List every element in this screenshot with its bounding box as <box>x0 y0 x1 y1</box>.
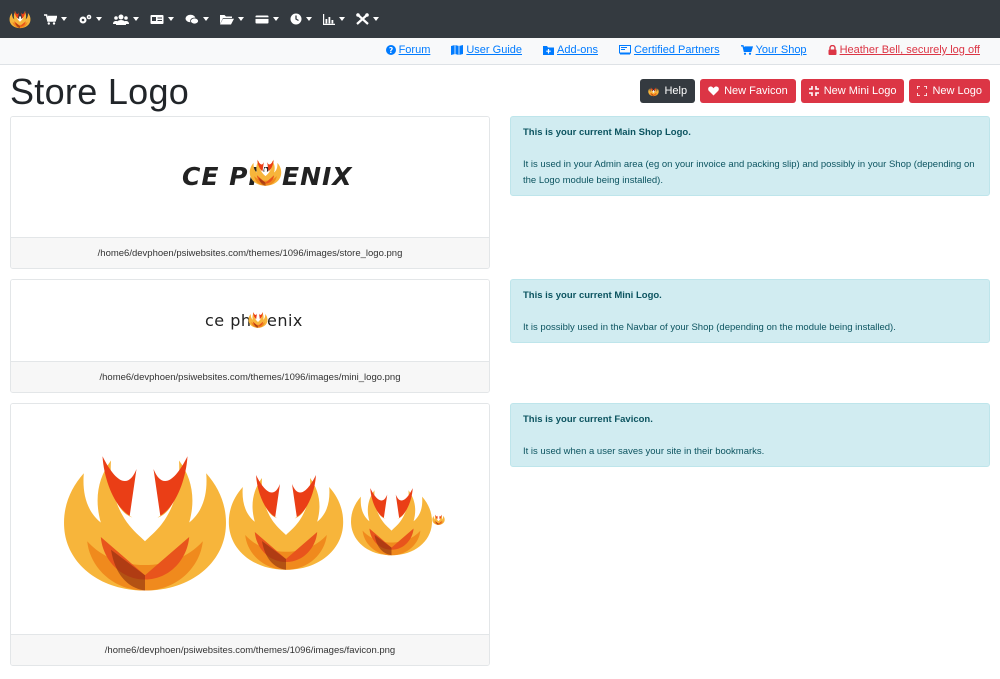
phoenix-logo-icon <box>349 480 434 560</box>
chevron-down-icon <box>273 17 279 21</box>
favicon-path: /home6/devphoen/psiwebsites.com/themes/1… <box>11 634 489 665</box>
cogs-icon <box>79 14 92 23</box>
map-icon <box>451 45 464 55</box>
favicon-info-text: It is used when a user saves your site i… <box>523 446 765 457</box>
catalog-menu[interactable] <box>150 0 174 38</box>
main-logo-info-title: This is your current Main Shop Logo. <box>523 127 691 138</box>
payments-menu[interactable] <box>255 0 279 38</box>
chevron-down-icon <box>373 17 379 21</box>
certified-partners-link[interactable]: Certified Partners <box>618 44 720 56</box>
main-menu <box>44 0 390 38</box>
main-logo-image: CE PH ENIX <box>11 117 489 238</box>
forum-link[interactable]: ? Forum <box>385 44 430 56</box>
svg-text:?: ? <box>388 46 392 55</box>
chevron-down-icon <box>96 17 102 21</box>
mini-logo-path: /home6/devphoen/psiwebsites.com/themes/1… <box>11 361 489 392</box>
mini-logo-image: ce ph enix <box>11 280 489 362</box>
user-guide-link[interactable]: User Guide <box>451 44 522 56</box>
clock-icon <box>290 13 302 25</box>
action-buttons: Help New Favicon New Mini Logo New Logo <box>635 79 990 103</box>
new-logo-button[interactable]: New Logo <box>909 79 990 103</box>
phoenix-logo-icon <box>248 310 268 329</box>
reports-menu[interactable] <box>323 0 345 38</box>
question-circle-icon: ? <box>385 45 396 55</box>
cart-icon <box>44 13 57 25</box>
chevron-down-icon <box>203 17 209 21</box>
credit-card-icon <box>255 15 269 23</box>
header-links: ? Forum User Guide Add-ons Certified Par… <box>365 44 980 56</box>
help-button[interactable]: Help <box>640 79 696 103</box>
cart-menu[interactable] <box>44 0 67 38</box>
chevron-down-icon <box>306 17 312 21</box>
chevron-down-icon <box>168 17 174 21</box>
top-navbar <box>0 0 1000 38</box>
logoff-link[interactable]: Heather Bell, securely log off <box>828 44 980 56</box>
chart-icon <box>323 13 335 25</box>
communication-menu[interactable] <box>185 0 209 38</box>
main-logo-text-right: ENIX <box>282 162 353 191</box>
compress-icon <box>808 86 819 96</box>
secondary-links-bar: ? Forum User Guide Add-ons Certified Par… <box>0 38 1000 65</box>
users-icon <box>113 14 129 25</box>
main-logo-info-text: It is used in your Admin area (eg on you… <box>523 159 975 186</box>
expand-icon <box>917 86 928 96</box>
new-favicon-button[interactable]: New Favicon <box>700 79 796 103</box>
lock-icon <box>828 45 837 55</box>
addons-link[interactable]: Add-ons <box>543 44 598 56</box>
phoenix-logo-icon <box>226 459 346 581</box>
mini-logo-info: This is your current Mini Logo. It is po… <box>510 279 990 343</box>
main-logo-card: CE PH ENIX /home6/devphoen/psiwebsites.c… <box>10 116 490 269</box>
folder-open-icon <box>220 14 234 24</box>
comments-icon <box>185 14 199 24</box>
mini-logo-info-text: It is possibly used in the Navbar of you… <box>523 322 896 333</box>
id-card-icon <box>150 14 164 24</box>
configuration-menu[interactable] <box>78 0 102 38</box>
favicon-info-title: This is your current Favicon. <box>523 414 653 425</box>
phoenix-logo-icon <box>249 156 282 188</box>
cart-icon <box>740 45 753 55</box>
chevron-down-icon <box>339 17 345 21</box>
mini-logo-text-left: ce ph <box>205 311 252 330</box>
phoenix-logo-icon[interactable] <box>9 8 31 30</box>
new-mini-logo-button[interactable]: New Mini Logo <box>800 79 905 103</box>
mini-logo-text-right: enix <box>267 311 303 330</box>
favicon-card: /home6/devphoen/psiwebsites.com/themes/1… <box>10 403 490 666</box>
history-menu[interactable] <box>290 0 312 38</box>
files-menu[interactable] <box>220 0 244 38</box>
tools-icon <box>356 13 369 25</box>
heart-icon <box>708 86 719 96</box>
your-shop-link[interactable]: Your Shop <box>740 44 807 56</box>
customers-menu[interactable] <box>113 0 139 38</box>
phoenix-logo-icon <box>648 86 659 97</box>
mini-logo-card: ce ph enix /home6/devphoen/psiwebsites.c… <box>10 279 490 393</box>
phoenix-logo-icon <box>60 439 230 601</box>
phoenix-logo-icon <box>432 513 445 526</box>
favicon-image <box>11 404 489 635</box>
chevron-down-icon <box>133 17 139 21</box>
tools-menu[interactable] <box>356 0 379 38</box>
chevron-down-icon <box>238 17 244 21</box>
mini-logo-info-title: This is your current Mini Logo. <box>523 290 662 301</box>
certificate-icon <box>618 45 631 55</box>
favicon-info: This is your current Favicon. It is used… <box>510 403 990 467</box>
chevron-down-icon <box>61 17 67 21</box>
main-logo-info: This is your current Main Shop Logo. It … <box>510 116 990 196</box>
page-title: Store Logo <box>10 71 190 112</box>
main-logo-path: /home6/devphoen/psiwebsites.com/themes/1… <box>11 237 489 268</box>
folder-plus-icon <box>543 45 554 55</box>
